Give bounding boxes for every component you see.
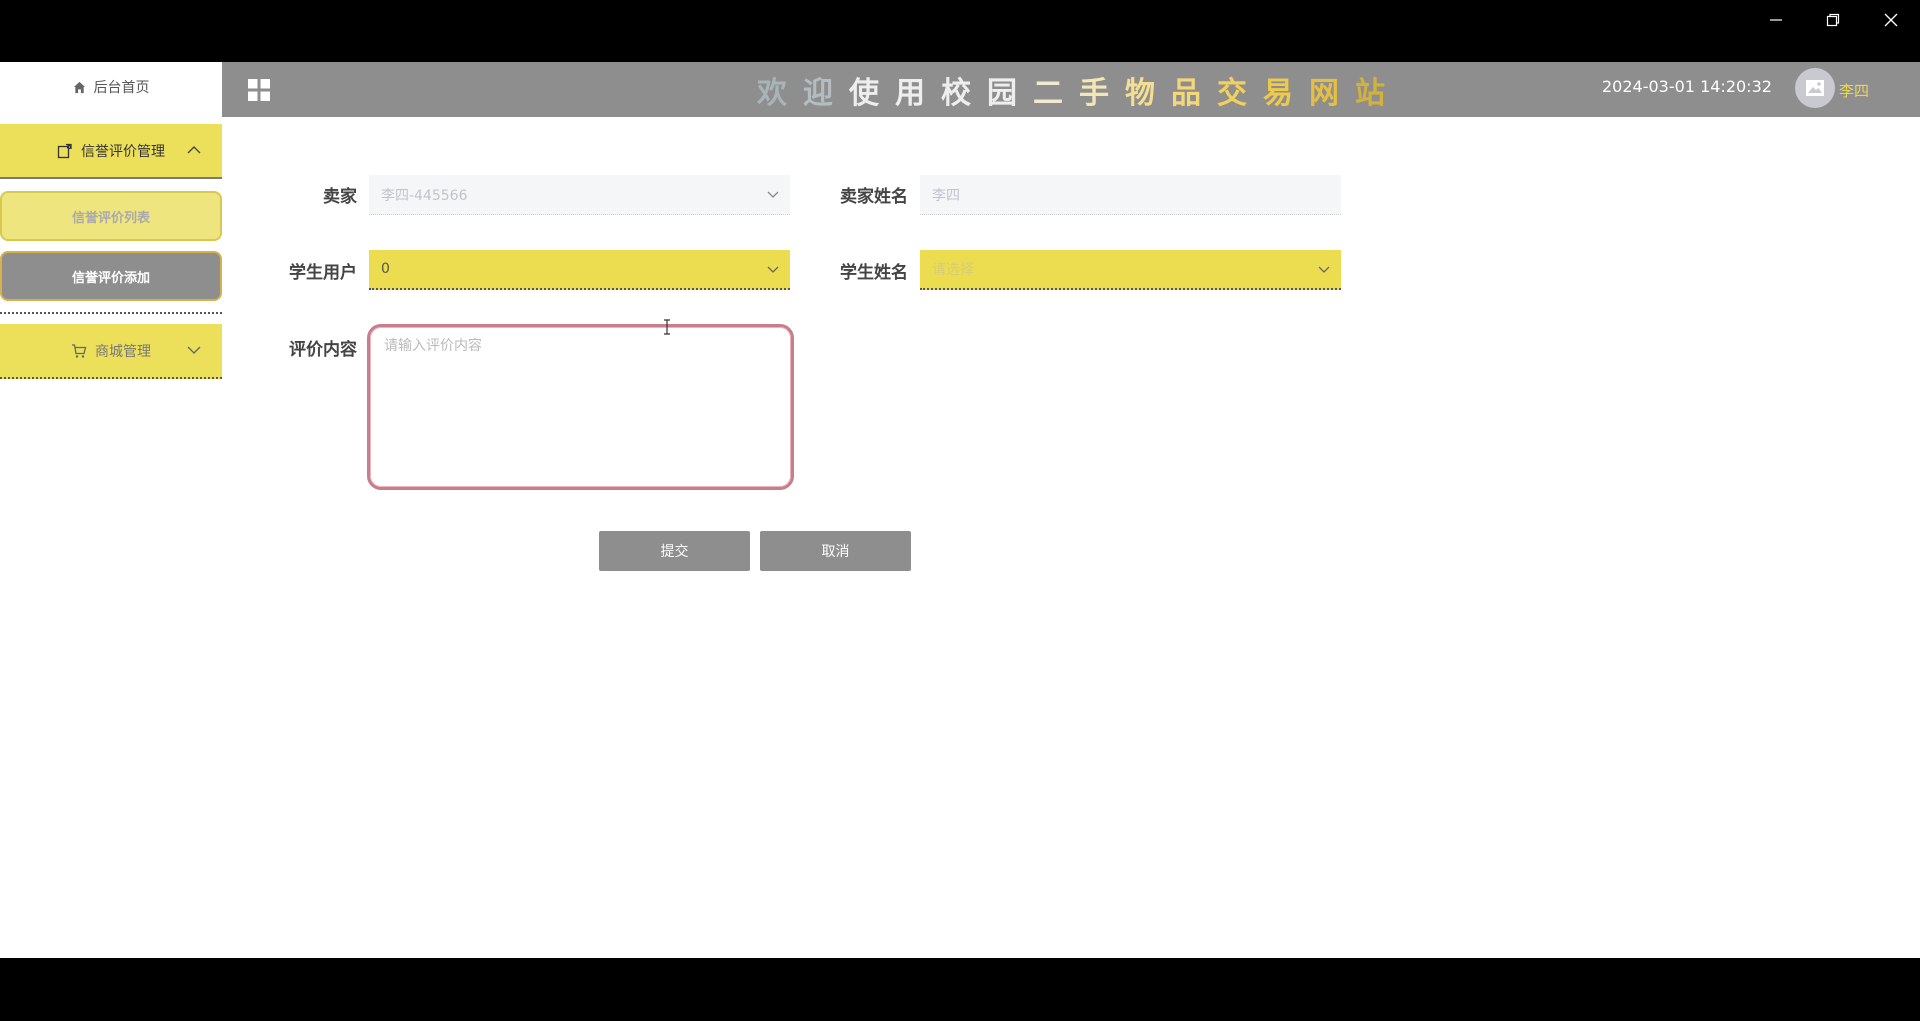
chevron-down-icon (1318, 266, 1330, 273)
student-value: 0 (381, 261, 390, 277)
welcome-char: 品 (1171, 75, 1201, 111)
seller-name-label: 卖家姓名 (840, 187, 908, 207)
welcome-char: 站 (1355, 75, 1385, 111)
menu-credit-review[interactable]: 信誉评价管理 (0, 124, 222, 179)
welcome-char: 易 (1263, 75, 1293, 111)
username[interactable]: 李四 (1839, 80, 1869, 101)
sub-item-label: 信誉评价列表 (71, 210, 150, 226)
welcome-char: 使 (849, 75, 879, 111)
chevron-down-icon (767, 191, 779, 198)
home-icon (73, 81, 85, 93)
welcome-char: 欢 (757, 75, 787, 111)
image-icon (1806, 80, 1824, 96)
edit-icon (57, 143, 72, 158)
seller-select[interactable]: 李四-445566 (369, 175, 790, 215)
welcome-char: 校 (941, 75, 971, 111)
cancel-button[interactable]: 取消 (760, 531, 911, 571)
welcome-char: 网 (1309, 75, 1339, 111)
window-titlebar (0, 0, 1920, 62)
welcome-char: 手 (1079, 75, 1109, 111)
chevron-down-icon (187, 346, 201, 354)
student-label: 学生用户 (289, 263, 357, 283)
menu-shop-management[interactable]: 商城管理 (0, 324, 222, 379)
student-name-label: 学生姓名 (840, 263, 908, 283)
student-name-placeholder: 请选择 (932, 262, 974, 278)
welcome-char: 用 (895, 75, 925, 111)
sidebar-item-home[interactable]: 后台首页 (0, 62, 222, 112)
seller-name-value: 李四 (932, 187, 960, 204)
welcome-char: 迎 (803, 75, 833, 111)
student-name-select[interactable]: 请选择 (920, 250, 1341, 290)
chevron-up-icon (187, 146, 201, 154)
avatar[interactable] (1795, 68, 1835, 108)
close-icon[interactable] (1871, 6, 1911, 34)
menu-label: 商城管理 (95, 343, 151, 360)
submit-button[interactable]: 提交 (599, 531, 750, 571)
sidebar-item-review-list[interactable]: 信誉评价列表 (0, 191, 222, 241)
text-cursor-icon (664, 319, 670, 335)
sidebar: 后台首页 信誉评价管理 信誉评价列表 信誉评价添加 商城管理 (0, 62, 222, 958)
seller-value: 李四-445566 (381, 187, 468, 204)
content-textarea[interactable] (367, 324, 794, 490)
content-label: 评价内容 (289, 340, 357, 360)
sidebar-item-review-add[interactable]: 信誉评价添加 (0, 251, 222, 301)
current-datetime: 2024-03-01 14:20:32 (1602, 77, 1772, 96)
app-window: 后台首页 信誉评价管理 信誉评价列表 信誉评价添加 商城管理 欢迎使用校园二手物… (0, 62, 1920, 958)
seller-name-field[interactable]: 李四 (920, 175, 1341, 215)
welcome-char: 二 (1033, 75, 1063, 111)
welcome-char: 物 (1125, 75, 1155, 111)
bottom-bar (0, 958, 1920, 1021)
student-select[interactable]: 0 (369, 250, 790, 290)
sub-item-label: 信誉评价添加 (71, 270, 150, 286)
cart-icon (72, 343, 87, 358)
welcome-char: 交 (1217, 75, 1247, 111)
divider (0, 312, 222, 314)
chevron-down-icon (767, 266, 779, 273)
minimize-icon[interactable] (1756, 6, 1796, 34)
home-label: 后台首页 (93, 80, 150, 96)
restore-icon[interactable] (1813, 6, 1853, 34)
seller-label: 卖家 (323, 187, 357, 207)
menu-label: 信誉评价管理 (81, 143, 165, 160)
top-header: 欢迎使用校园二手物品交易网站 2024-03-01 14:20:32 李四 (222, 62, 1920, 117)
welcome-char: 园 (987, 75, 1017, 111)
